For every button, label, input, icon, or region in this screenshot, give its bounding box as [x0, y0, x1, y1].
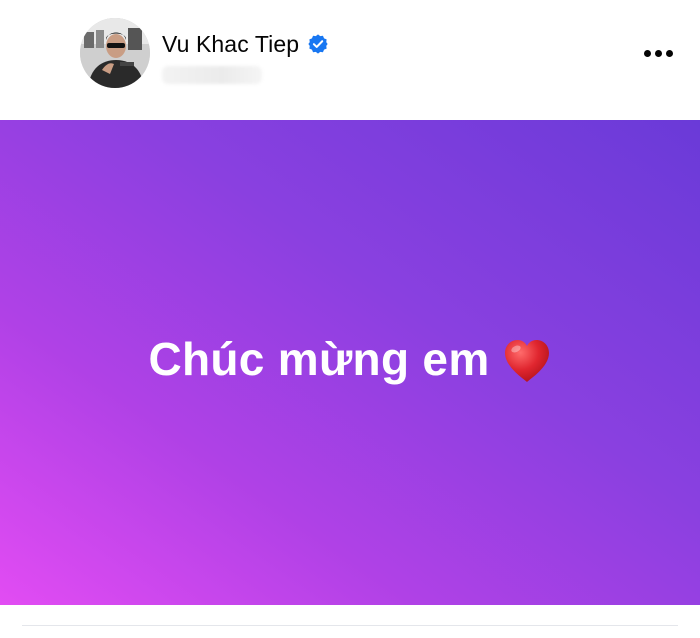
status-text: Chúc mừng em: [148, 333, 490, 385]
verified-badge-icon: [308, 34, 328, 54]
post-meta: [162, 66, 262, 84]
facebook-post: Vu Khac Tiep Chúc mừng em: [0, 0, 700, 638]
more-options-button[interactable]: [636, 36, 680, 70]
author-name[interactable]: Vu Khac Tiep: [162, 31, 299, 58]
avatar[interactable]: [80, 18, 150, 88]
red-heart-icon: [504, 339, 549, 382]
author-row: Vu Khac Tiep: [162, 29, 329, 59]
more-horizontal-icon: [643, 49, 651, 57]
post-header: Vu Khac Tiep: [0, 0, 700, 120]
profile-photo-icon: [80, 18, 150, 88]
status-content: Chúc mừng em: [0, 120, 700, 605]
status-background: Chúc mừng em: [0, 120, 700, 605]
more-dot: [665, 49, 673, 57]
more-dot: [654, 49, 662, 57]
post-footer: [0, 605, 700, 625]
footer-divider: [22, 625, 678, 626]
